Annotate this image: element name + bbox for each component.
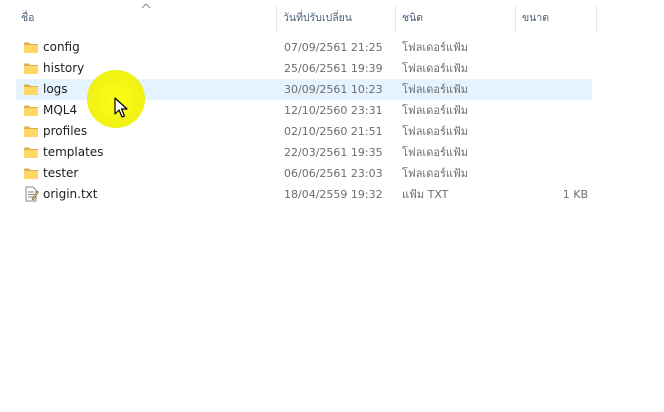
file-type: โฟลเดอร์แฟ้ม <box>402 41 468 54</box>
column-header-date-modified[interactable]: วันที่ปรับเปลี่ยน <box>283 0 352 34</box>
sort-ascending-icon[interactable] <box>141 2 151 10</box>
column-divider[interactable] <box>395 6 396 32</box>
file-type: โฟลเดอร์แฟ้ม <box>402 125 468 138</box>
file-size <box>528 58 588 79</box>
file-type: โฟลเดอร์แฟ้ม <box>402 83 468 96</box>
file-name: tester <box>43 166 79 180</box>
file-name: history <box>43 61 85 75</box>
column-header-type[interactable]: ชนิด <box>402 0 423 34</box>
folder-icon <box>24 168 38 179</box>
file-row-tester[interactable]: tester 06/06/2561 23:03 โฟลเดอร์แฟ้ม <box>16 163 592 184</box>
file-name: origin.txt <box>43 187 98 201</box>
file-date-modified: 07/09/2561 21:25 <box>284 41 383 54</box>
file-size <box>528 142 588 163</box>
file-name: profiles <box>43 124 88 138</box>
file-type: โฟลเดอร์แฟ้ม <box>402 146 468 159</box>
column-header-name[interactable]: ชื่อ <box>21 0 34 34</box>
file-date-modified: 06/06/2561 23:03 <box>284 167 383 180</box>
file-size <box>528 163 588 184</box>
mouse-pointer-icon <box>114 97 128 118</box>
file-type: โฟลเดอร์แฟ้ม <box>402 167 468 180</box>
text-file-icon <box>25 186 39 202</box>
column-divider[interactable] <box>515 6 516 32</box>
file-name: MQL4 <box>43 103 78 117</box>
folder-icon <box>24 126 38 137</box>
folder-icon <box>24 63 38 74</box>
folder-icon <box>24 105 38 116</box>
file-type: โฟลเดอร์แฟ้ม <box>402 104 468 117</box>
file-size <box>528 37 588 58</box>
file-type: แฟ้ม TXT <box>402 188 449 201</box>
file-row-origin-txt[interactable]: origin.txt 18/04/2559 19:32 แฟ้ม TXT 1 K… <box>16 184 592 205</box>
file-date-modified: 30/09/2561 10:23 <box>284 83 383 96</box>
folder-icon <box>24 84 38 95</box>
file-date-modified: 25/06/2561 19:39 <box>284 62 383 75</box>
file-size <box>528 100 588 121</box>
column-header-size[interactable]: ขนาด <box>522 0 549 34</box>
file-row-templates[interactable]: templates 22/03/2561 19:35 โฟลเดอร์แฟ้ม <box>16 142 592 163</box>
column-divider[interactable] <box>596 6 597 32</box>
file-date-modified: 02/10/2560 21:51 <box>284 125 383 138</box>
column-divider[interactable] <box>276 6 277 32</box>
file-type: โฟลเดอร์แฟ้ม <box>402 62 468 75</box>
column-header-bar: ชื่อ วันที่ปรับเปลี่ยน ชนิด ขนาด <box>0 0 600 34</box>
file-name: templates <box>43 145 104 159</box>
file-size: 1 KB <box>562 188 588 201</box>
file-date-modified: 18/04/2559 19:32 <box>284 188 383 201</box>
folder-icon <box>24 147 38 158</box>
file-size <box>528 79 588 100</box>
file-date-modified: 22/03/2561 19:35 <box>284 146 383 159</box>
file-name: config <box>43 40 80 54</box>
file-date-modified: 12/10/2560 23:31 <box>284 104 383 117</box>
file-size <box>528 121 588 142</box>
file-name: logs <box>43 82 68 96</box>
file-row-config[interactable]: config 07/09/2561 21:25 โฟลเดอร์แฟ้ม <box>16 37 592 58</box>
folder-icon <box>24 42 38 53</box>
